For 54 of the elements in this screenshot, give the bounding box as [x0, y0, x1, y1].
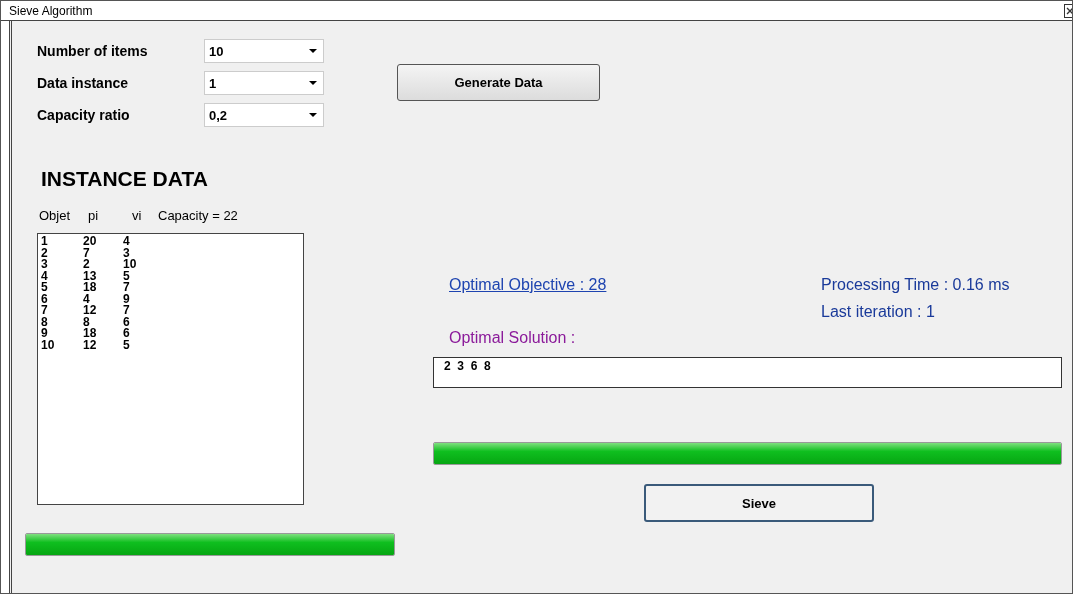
solution-field[interactable]: 2 3 6 8 — [433, 357, 1062, 388]
list-cell-text: 7 — [41, 305, 49, 317]
capacity-label: Capacity = 22 — [158, 208, 238, 223]
list-cell-text: 10 — [123, 259, 138, 271]
window-title: Sieve Algorithm — [9, 3, 93, 18]
list-cell-text: 7 — [123, 282, 131, 294]
list-cell-text: 8 — [41, 316, 49, 328]
list-cell-text: 3 — [41, 259, 49, 271]
list-cell-text: 12 — [83, 305, 98, 317]
list-cell-text: 9 — [123, 293, 131, 305]
list-cell-text: 1 — [41, 236, 49, 248]
column-header: vi — [132, 208, 143, 223]
dropdown[interactable]: 10 — [204, 39, 324, 63]
list-cell-text: 7 — [123, 305, 131, 317]
data-listbox[interactable]: 1 20 4 2 7 3 3 2 10 4 13 5 5 18 7 6 4 9 7 12 7 8 8 6 9 18 6 10 12 5 — [37, 233, 304, 505]
list-cell-text: 13 — [83, 270, 98, 282]
list-cell-text: 5 — [123, 270, 131, 282]
list-cell-text: 3 — [123, 247, 130, 259]
caret-icon — [309, 49, 317, 53]
list-cell-text: 6 — [123, 316, 131, 328]
column-header: Objet — [39, 208, 72, 223]
field-label: Capacity ratio — [36, 107, 131, 123]
caret-icon — [309, 113, 317, 117]
list-cell-text: 8 — [83, 316, 90, 328]
list-cell-text: 18 — [83, 328, 98, 340]
list-cell-text: 12 — [83, 339, 98, 351]
generate-data-button[interactable]: Generate Data — [397, 64, 600, 101]
close-icon[interactable] — [1064, 3, 1072, 18]
optimal-objective-link[interactable]: Optimal Objective : 28 — [449, 276, 607, 321]
dropdown[interactable]: 0,2 — [204, 103, 324, 127]
field-label: Number of items — [36, 43, 149, 59]
processing-time-label: Processing Time : 0.16 ms — [821, 276, 1011, 294]
list-cell-text: 6 — [123, 328, 131, 340]
list-cell-text: 2 — [83, 259, 91, 271]
section-heading: INSTANCE DATA — [41, 167, 208, 191]
dropdown[interactable]: 1 — [204, 71, 324, 95]
caret-icon — [309, 81, 317, 85]
list-cell-text: 4 — [83, 293, 90, 305]
list-cell-text: 10 — [41, 339, 56, 351]
sieve-button[interactable]: Sieve — [644, 484, 874, 522]
list-cell-text: 20 — [83, 236, 98, 248]
list-cell-text: 7 — [83, 247, 91, 259]
column-header: pi — [87, 208, 100, 223]
list-cell-text: 5 — [123, 339, 131, 351]
list-cell-text: 2 — [41, 247, 49, 259]
field-label: Data instance — [36, 75, 130, 91]
list-cell-text: 18 — [83, 282, 98, 294]
optimal-solution-label: Optimal Solution : — [449, 329, 576, 347]
list-cell-text: 6 — [41, 293, 49, 305]
list-cell-text: 9 — [41, 328, 49, 340]
list-cell-text: 4 — [41, 270, 49, 282]
last-iteration-label: Last iteration : 1 — [821, 303, 936, 321]
list-cell-text: 5 — [41, 282, 49, 294]
list-cell-text: 4 — [123, 236, 131, 248]
